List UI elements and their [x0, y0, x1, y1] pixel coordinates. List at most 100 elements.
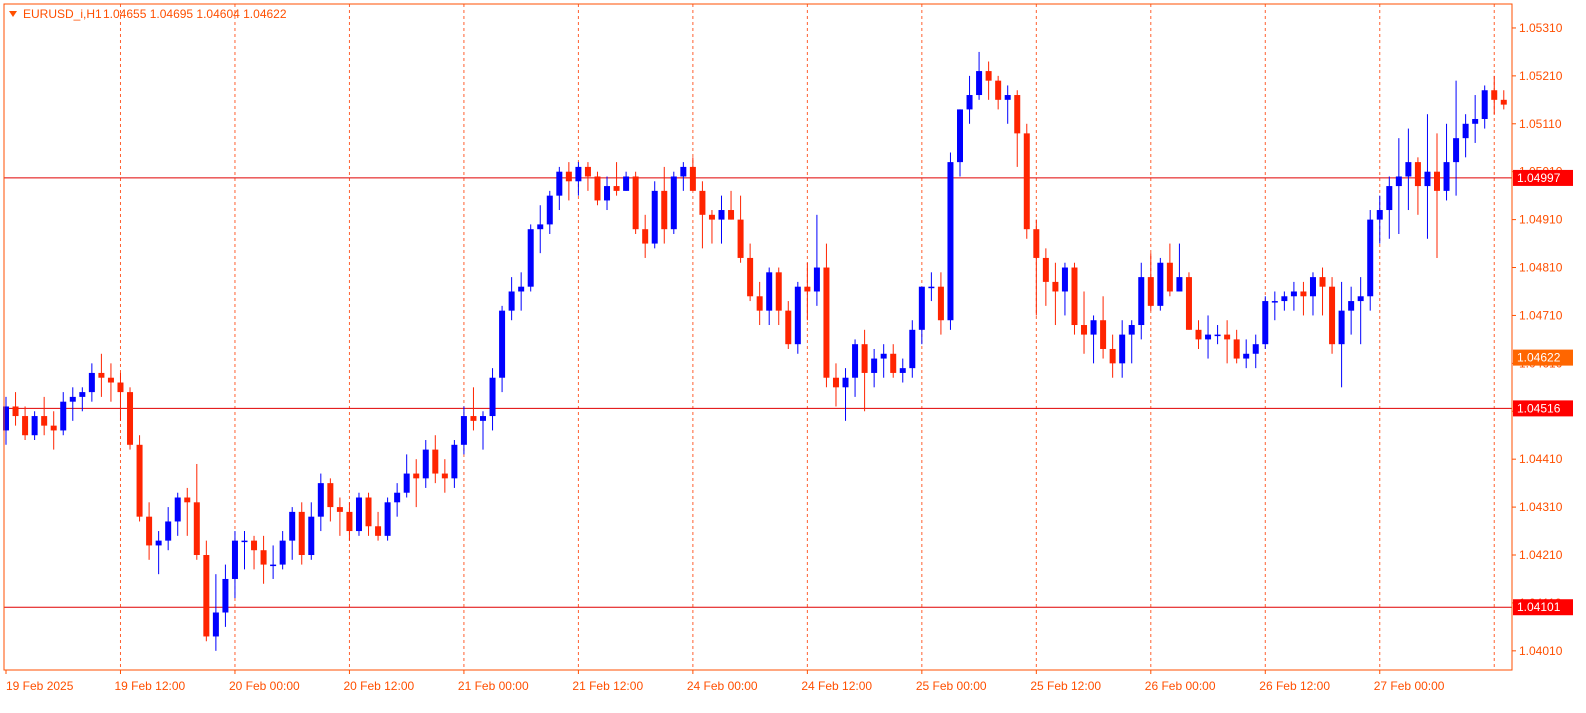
candle-body [1214, 334, 1221, 337]
candle-body [747, 257, 754, 297]
candle-body [1453, 138, 1460, 163]
candle-body [899, 368, 906, 373]
x-tick-label: 26 Feb 12:00 [1259, 679, 1330, 693]
candle-body [1500, 99, 1507, 105]
y-tick-label: 1.05310 [1519, 21, 1563, 35]
x-tick-label: 24 Feb 12:00 [801, 679, 872, 693]
x-tick-label: 25 Feb 00:00 [916, 679, 987, 693]
candle-body [460, 416, 467, 445]
candle-body [1491, 90, 1498, 100]
candle-body [1042, 257, 1049, 282]
candle-body [842, 377, 849, 388]
candle [632, 171, 639, 234]
candle-body [1243, 353, 1250, 359]
candle-body [957, 109, 963, 163]
candle-body [565, 171, 572, 182]
candle-body [270, 564, 277, 567]
candle-body [336, 507, 343, 512]
price-level-label: 1.04101 [1517, 600, 1561, 614]
candle-body [1205, 334, 1212, 340]
candle-body [1252, 344, 1259, 354]
x-tick-label: 21 Feb 12:00 [572, 679, 643, 693]
candle-body [1100, 320, 1107, 349]
candle-body [718, 210, 725, 220]
candle-body [1395, 176, 1402, 187]
candle [594, 171, 601, 206]
candle-body [1405, 162, 1412, 177]
candle-body [1462, 123, 1469, 139]
candle-body [203, 555, 210, 637]
candle-body [1348, 301, 1355, 311]
candle-body [136, 444, 143, 517]
x-tick-label: 27 Feb 00:00 [1374, 679, 1445, 693]
chart-container[interactable]: 1.053101.052101.051101.050101.049101.048… [0, 0, 1586, 708]
candle-body [441, 473, 448, 479]
candle [1185, 272, 1192, 330]
candle-body [60, 401, 67, 431]
candle-body [1281, 296, 1288, 302]
y-tick-label: 1.04810 [1519, 261, 1563, 275]
candle-body [823, 267, 830, 378]
candle-body [1128, 325, 1135, 335]
candle-body [41, 416, 48, 426]
candle-body [1472, 118, 1479, 124]
candle-body [1224, 334, 1231, 340]
candle-body [1290, 291, 1297, 297]
candle-body [995, 80, 1002, 100]
candle-body [327, 483, 334, 508]
candle-body [422, 449, 429, 479]
candle-body [499, 310, 506, 378]
x-tick-label: 26 Feb 00:00 [1145, 679, 1216, 693]
candlestick-chart[interactable]: 1.053101.052101.051101.050101.049101.048… [0, 0, 1586, 708]
candle [1262, 296, 1269, 349]
candle-body [689, 166, 696, 191]
candle-body [413, 473, 420, 479]
candle-body [193, 502, 200, 556]
candle-body [317, 483, 324, 517]
y-tick-label: 1.04310 [1519, 500, 1563, 514]
candle-body [1157, 262, 1164, 306]
candle-body [1271, 301, 1278, 303]
candle-body [489, 377, 496, 417]
candle-body [708, 214, 715, 220]
candle-body [375, 526, 382, 536]
candle [1329, 277, 1336, 354]
x-tick-label: 19 Feb 12:00 [114, 679, 185, 693]
candle-body [918, 286, 925, 330]
candle-body [1414, 162, 1421, 187]
candle-body [937, 286, 944, 321]
x-tick-label: 25 Feb 12:00 [1030, 679, 1101, 693]
candle-body [1081, 325, 1088, 335]
candle-body [241, 540, 248, 543]
chart-header: EURUSD_i,H1 1.04655 1.04695 1.04604 1.04… [9, 7, 287, 21]
candle-body [88, 372, 95, 393]
candle-body [909, 329, 916, 369]
chart-background [0, 0, 1586, 708]
candle-body [222, 578, 229, 613]
candle-body [251, 540, 258, 551]
candle-body [1443, 162, 1450, 191]
candle-body [632, 176, 639, 230]
candle-body [890, 353, 897, 373]
y-tick-label: 1.04710 [1519, 308, 1563, 322]
candle-body [260, 550, 267, 565]
candle-body [852, 344, 859, 378]
candle [651, 181, 658, 249]
candle-body [1367, 219, 1374, 297]
candle-body [813, 267, 820, 292]
candle-body [794, 286, 801, 345]
candle-body [107, 377, 114, 383]
candle-body [231, 540, 238, 579]
candle-body [1061, 267, 1068, 292]
price-level-label: 1.04997 [1517, 171, 1561, 185]
candle-body [79, 392, 86, 397]
candle-body [613, 186, 620, 191]
candle-body [1052, 281, 1059, 292]
candle-body [966, 95, 973, 110]
candle-body [594, 176, 601, 201]
candle-body [785, 310, 792, 345]
candle-body [1338, 310, 1345, 345]
x-tick-label: 19 Feb 2025 [6, 679, 74, 693]
candle [1023, 123, 1030, 239]
candle-body [1014, 95, 1021, 134]
